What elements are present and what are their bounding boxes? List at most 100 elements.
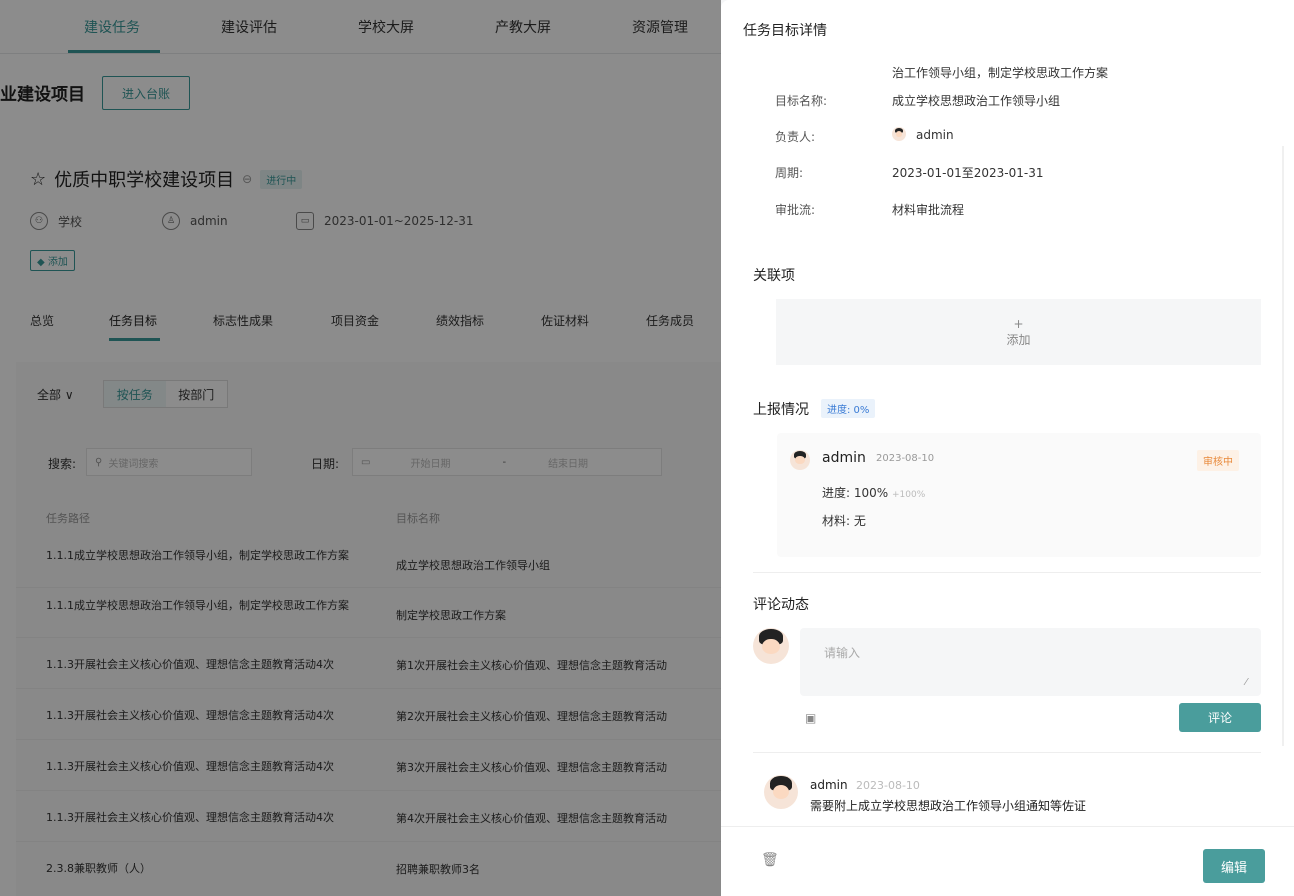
progress-badge: 进度: 0% xyxy=(821,399,876,418)
nav-item-industry-screen[interactable]: 产教大屏 xyxy=(495,17,551,37)
nav-item-tasks[interactable]: 建设任务 xyxy=(84,17,140,37)
target-name-value: 成立学校思想政治工作领导小组 xyxy=(892,94,1061,108)
material-value: 无 xyxy=(853,514,866,528)
nav-item-resources[interactable]: 资源管理 xyxy=(632,17,688,37)
search-placeholder: 关键词搜索 xyxy=(108,458,159,470)
tab-achievements[interactable]: 标志性成果 xyxy=(213,312,273,329)
meta-unit: ⚇ 学校 xyxy=(30,212,82,230)
image-upload-icon[interactable]: ▣ xyxy=(805,711,816,725)
column-header-path: 任务路径 xyxy=(46,512,90,525)
tag-icon: ◆ xyxy=(37,257,48,268)
star-icon[interactable]: ☆ xyxy=(30,169,46,190)
user-icon: ♙ xyxy=(162,212,180,230)
avatar xyxy=(790,450,810,470)
current-user-avatar xyxy=(753,628,789,664)
add-tag-label: 添加 xyxy=(47,257,68,268)
tab-funds[interactable]: 项目资金 xyxy=(331,312,379,329)
associated-items-title: 关联项 xyxy=(753,268,795,284)
row-path: 1.1.3开展社会主义核心价值观、理想信念主题教育活动4次 xyxy=(46,811,334,824)
org-icon: ⚇ xyxy=(30,212,48,230)
owner-value: admin xyxy=(916,128,954,142)
row-path: 1.1.3开展社会主义核心价值观、理想信念主题教育活动4次 xyxy=(46,760,334,773)
enter-ledger-button[interactable]: 进入台账 xyxy=(102,76,190,110)
meta-period: ▭ 2023-01-01~2025-12-31 xyxy=(296,212,474,230)
nav-item-school-screen[interactable]: 学校大屏 xyxy=(358,17,414,37)
tab-kpi[interactable]: 绩效指标 xyxy=(436,312,484,329)
tab-members[interactable]: 任务成员 xyxy=(646,312,694,329)
report-material: 材料: 无 xyxy=(822,512,866,529)
project-name: 优质中职学校建设项目 xyxy=(54,170,235,191)
table-row[interactable]: 1.1.3开展社会主义核心价值观、理想信念主题教育活动4次 第3次开展社会主义核… xyxy=(16,740,721,791)
by-task-button[interactable]: 按任务 xyxy=(104,381,166,407)
date-end: 结束日期 xyxy=(548,458,589,470)
tab-evidence[interactable]: 佐证材料 xyxy=(541,312,589,329)
row-target: 第2次开展社会主义核心价值观、理想信念主题教育活动 xyxy=(396,710,667,723)
review-status-badge: 审核中 xyxy=(1197,450,1239,471)
scope-dropdown[interactable]: 全部 ∨ xyxy=(37,386,74,403)
edit-button[interactable]: 编辑 xyxy=(1203,849,1265,883)
date-range-input[interactable]: ▭ 开始日期 - 结束日期 xyxy=(352,448,662,476)
tab-overview[interactable]: 总览 xyxy=(30,312,54,329)
comment-input[interactable]: 请输入 ⁄ xyxy=(800,628,1261,696)
commenter-avatar xyxy=(764,775,798,809)
scope-value: 全部 xyxy=(37,388,62,402)
drawer-scrollbar[interactable] xyxy=(1282,146,1284,746)
comment-date: 2023-08-10 xyxy=(856,779,920,792)
tab-task-targets[interactable]: 任务目标 xyxy=(109,312,157,329)
row-path: 1.1.3开展社会主义核心价值观、理想信念主题教育活动4次 xyxy=(46,709,334,722)
progress-delta: +100% xyxy=(892,490,926,500)
background-page: 建设任务 建设评估 学校大屏 产教大屏 资源管理 业建设项目 进入台账 ☆ 优质… xyxy=(0,0,721,896)
add-associated-item-button[interactable]: + 添加 xyxy=(776,299,1261,365)
row-path: 1.1.1成立学校思想政治工作领导小组，制定学校思政工作方案 xyxy=(46,599,349,612)
table-row[interactable]: 2.3.8兼职教师（人） 招聘兼职教师3名 xyxy=(16,842,721,896)
approval-flow-label: 审批流: xyxy=(775,203,816,217)
meta-unit-text: 学校 xyxy=(58,214,83,229)
avatar xyxy=(892,127,906,141)
comment-user: admin xyxy=(810,778,848,792)
task-path-tail: 治工作领导小组，制定学校思政工作方案 xyxy=(892,66,1109,80)
date-label: 日期: xyxy=(311,457,340,471)
search-label: 搜索: xyxy=(48,457,77,471)
search-input[interactable]: ⚲ 关键词搜索 xyxy=(86,448,252,476)
calendar-small-icon: ▭ xyxy=(361,456,371,468)
trash-icon[interactable]: 🗑 xyxy=(761,852,779,868)
row-path: 1.1.3开展社会主义核心价值观、理想信念主题教育活动4次 xyxy=(46,658,334,671)
row-target: 第1次开展社会主义核心价值观、理想信念主题教育活动 xyxy=(396,659,667,672)
resize-handle-icon[interactable]: ⁄ xyxy=(1245,677,1247,688)
material-label: 材料: xyxy=(822,514,851,528)
date-separator: - xyxy=(502,456,507,468)
table-row[interactable]: 1.1.1成立学校思想政治工作领导小组，制定学校思政工作方案 成立学校思想政治工… xyxy=(16,538,721,588)
report-progress: 进度: 100% +100% xyxy=(822,484,925,501)
status-icon: ⊖ xyxy=(242,172,253,186)
drawer-footer: 🗑 编辑 xyxy=(721,826,1294,896)
meta-period-text: 2023-01-01~2025-12-31 xyxy=(324,214,474,228)
search-icon: ⚲ xyxy=(95,456,103,468)
table-row[interactable]: 1.1.1成立学校思想政治工作领导小组，制定学校思政工作方案 制定学校思政工作方… xyxy=(16,588,721,638)
comment-placeholder: 请输入 xyxy=(824,646,861,660)
progress-value: 100% xyxy=(853,486,889,500)
row-target: 成立学校思想政治工作领导小组 xyxy=(396,559,550,572)
project-header: ☆ 优质中职学校建设项目 ⊖ 进行中 xyxy=(30,166,303,192)
row-target: 制定学校思政工作方案 xyxy=(396,609,506,622)
divider xyxy=(753,572,1261,573)
report-date: 2023-08-10 xyxy=(876,453,935,464)
period-value: 2023-01-01至2023-01-31 xyxy=(892,166,1044,180)
row-path: 1.1.1成立学校思想政治工作领导小组，制定学校思政工作方案 xyxy=(46,549,349,562)
chevron-down-icon: ∨ xyxy=(64,388,74,402)
page-title: 业建设项目 xyxy=(0,85,85,105)
table-row[interactable]: 1.1.3开展社会主义核心价值观、理想信念主题教育活动4次 第4次开展社会主义核… xyxy=(16,791,721,842)
table-row[interactable]: 1.1.3开展社会主义核心价值观、理想信念主题教育活动4次 第1次开展社会主义核… xyxy=(16,638,721,689)
date-start: 开始日期 xyxy=(410,458,451,470)
by-department-button[interactable]: 按部门 xyxy=(166,381,228,407)
comment-submit-button[interactable]: 评论 xyxy=(1179,703,1261,732)
add-tag-button[interactable]: ◆ 添加 xyxy=(30,250,75,271)
task-target-drawer: 任务目标详情 治工作领导小组，制定学校思政工作方案 目标名称: 成立学校思想政治… xyxy=(721,0,1294,896)
report-card: admin 2023-08-10 审核中 进度: 100% +100% 材料: … xyxy=(777,433,1261,557)
nav-item-evaluation[interactable]: 建设评估 xyxy=(221,17,277,37)
group-toggle: 按任务 按部门 xyxy=(103,380,228,408)
meta-owner-text: admin xyxy=(190,214,228,228)
drawer-title: 任务目标详情 xyxy=(743,23,827,39)
divider xyxy=(753,752,1261,753)
table-row[interactable]: 1.1.3开展社会主义核心价值观、理想信念主题教育活动4次 第2次开展社会主义核… xyxy=(16,689,721,740)
approval-flow-value: 材料审批流程 xyxy=(892,203,965,217)
